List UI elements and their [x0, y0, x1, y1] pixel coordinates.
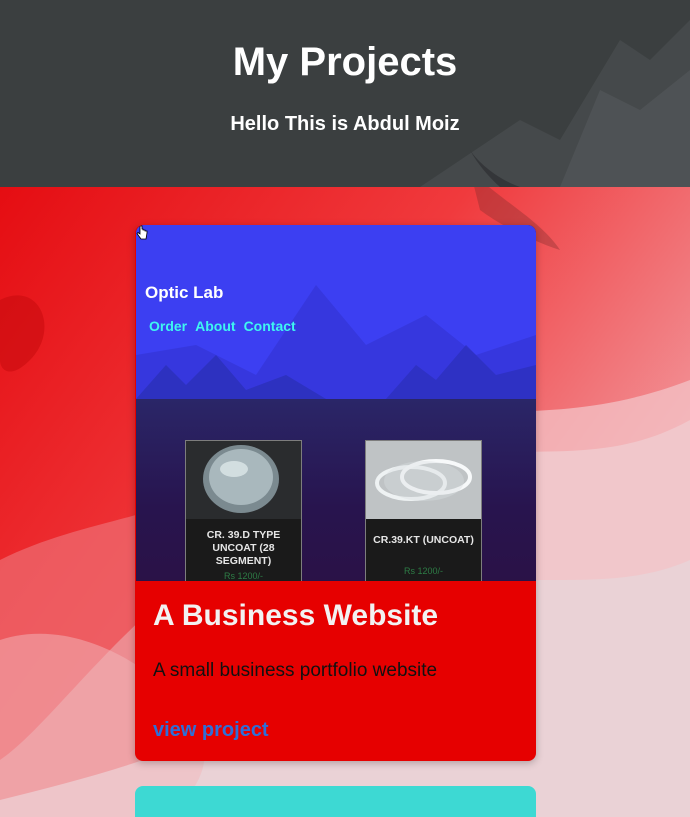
thumbnail-mountains [136, 285, 536, 399]
thumbnail-nav-contact: Contact [243, 318, 296, 334]
thumbnail-brand: Optic Lab [145, 283, 224, 302]
view-project-link[interactable]: view project [153, 719, 269, 742]
lens-image [366, 441, 481, 519]
page-title: My Projects [232, 40, 458, 84]
thumbnail-hero: Optic Lab Order About Contact [136, 225, 536, 399]
page-subtitle: Hello This is Abdul Moiz [230, 113, 460, 135]
thumbnail-nav: Order About Contact [149, 318, 296, 334]
project-thumbnail[interactable]: Optic Lab Order About Contact CR. 39.D T… [136, 225, 536, 581]
project-card: Optic Lab Order About Contact CR. 39.D T… [135, 225, 536, 761]
product-name: CR.39.KT (UNCOAT) [373, 534, 474, 546]
product-price: Rs 1200/- [403, 566, 444, 576]
project-card-next [135, 786, 536, 817]
hand-pointer-icon [136, 225, 148, 240]
mountain-decoration [420, 20, 690, 187]
product-card: CR. 39.D TYPE UNCOAT (28 SEGMENT) Rs 120… [185, 440, 302, 581]
thumbnail-nav-about: About [195, 318, 236, 334]
lens-image [186, 441, 301, 519]
page-header: My Projects Hello This is Abdul Moiz [0, 0, 690, 187]
product-name: CR. 39.D TYPE UNCOAT (28 SEGMENT) [206, 529, 281, 567]
thumbnail-nav-order: Order [149, 318, 188, 334]
project-description: A small business portfolio website [153, 660, 438, 681]
product-card: CR.39.KT (UNCOAT) Rs 1200/- [365, 440, 482, 581]
project-title: A Business Website [153, 599, 439, 632]
product-price: Rs 1200/- [223, 571, 264, 581]
